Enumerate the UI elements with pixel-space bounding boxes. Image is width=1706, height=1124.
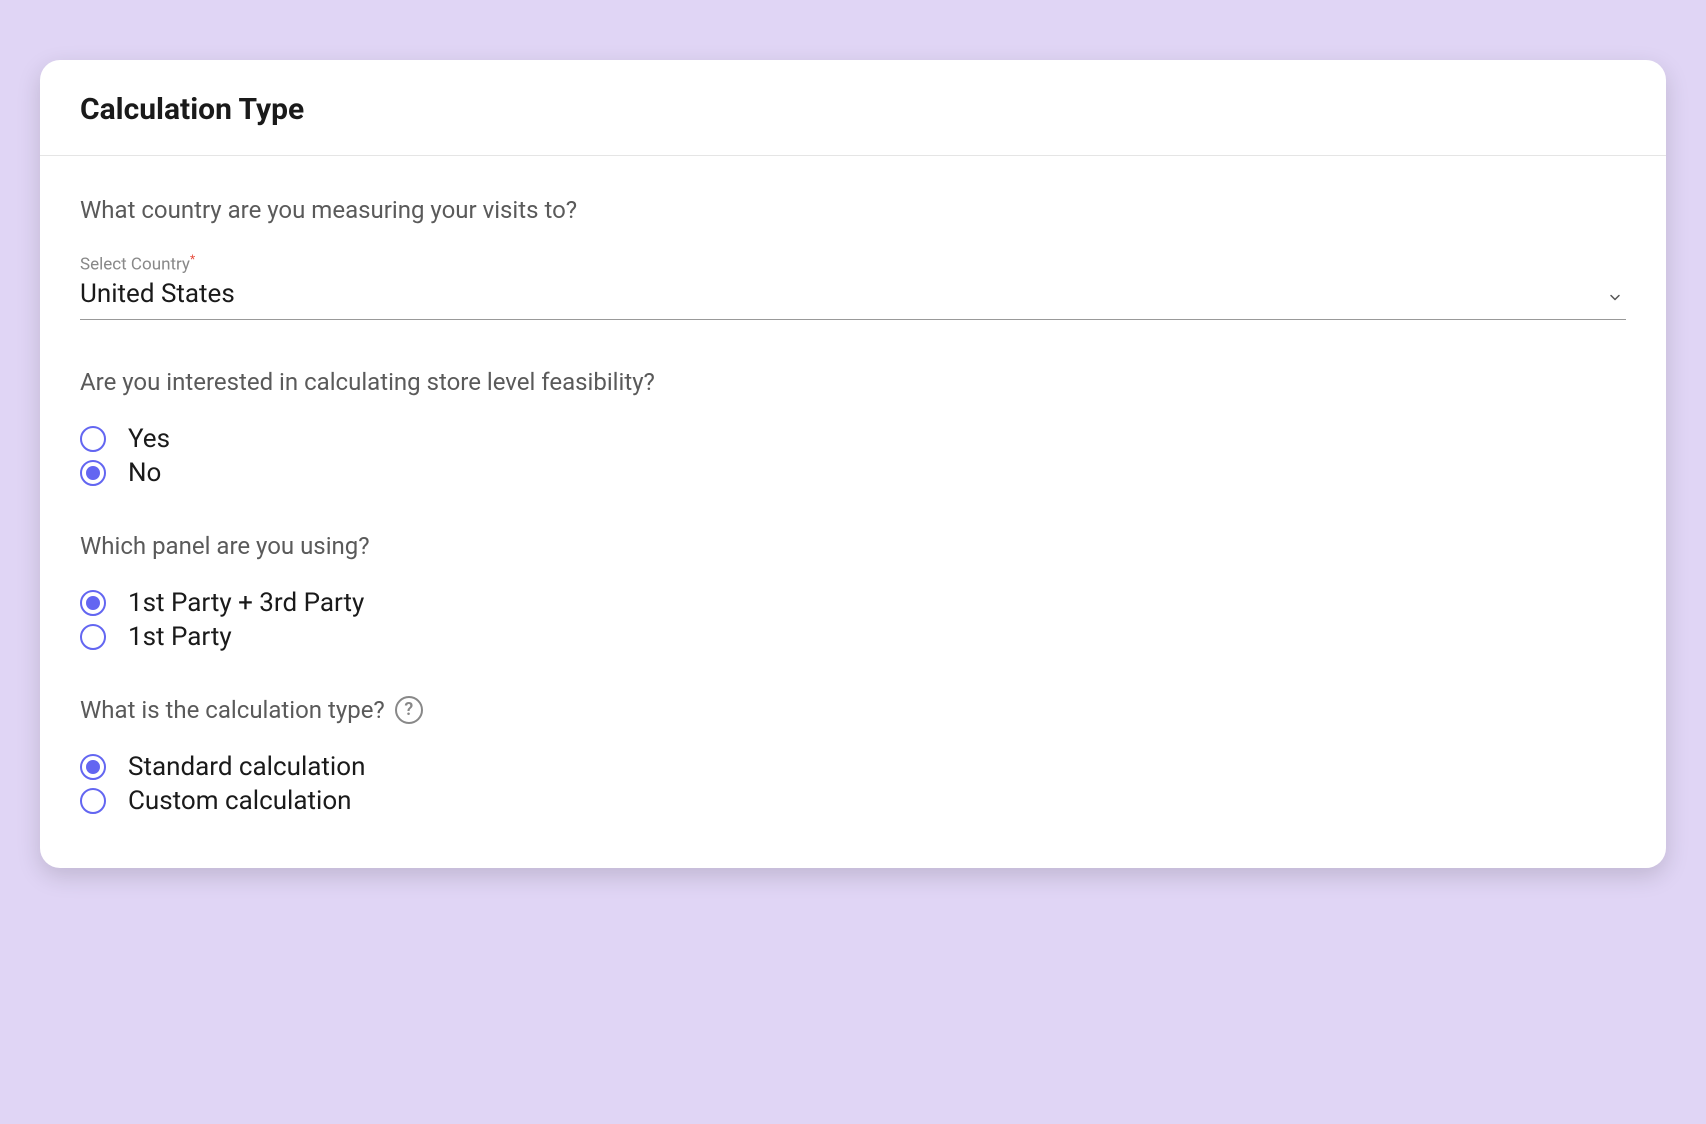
country-select[interactable]: United States xyxy=(80,279,1626,320)
help-icon[interactable]: ? xyxy=(395,696,423,724)
feasibility-radio-no[interactable]: No xyxy=(80,458,1626,488)
radio-label: No xyxy=(128,458,161,488)
radio-label: Custom calculation xyxy=(128,786,352,816)
panel-radio-group: 1st Party + 3rd Party 1st Party xyxy=(80,588,1626,652)
card-title: Calculation Type xyxy=(80,92,1626,127)
country-select-value: United States xyxy=(80,279,1626,309)
feasibility-question: Are you interested in calculating store … xyxy=(80,368,1626,396)
required-asterisk: * xyxy=(190,252,195,266)
calc-type-radio-group: Standard calculation Custom calculation xyxy=(80,752,1626,816)
radio-label: Yes xyxy=(128,424,170,454)
radio-icon xyxy=(80,624,106,650)
calc-type-question-row: What is the calculation type? ? xyxy=(80,696,1626,724)
radio-icon xyxy=(80,788,106,814)
radio-label: Standard calculation xyxy=(128,752,365,782)
radio-icon xyxy=(80,460,106,486)
calc-type-radio-standard[interactable]: Standard calculation xyxy=(80,752,1626,782)
calculation-type-card: Calculation Type What country are you me… xyxy=(40,60,1666,868)
radio-icon xyxy=(80,426,106,452)
feasibility-radio-yes[interactable]: Yes xyxy=(80,424,1626,454)
radio-icon xyxy=(80,754,106,780)
calc-type-question: What is the calculation type? xyxy=(80,696,385,724)
panel-question: Which panel are you using? xyxy=(80,532,1626,560)
feasibility-radio-group: Yes No xyxy=(80,424,1626,488)
country-question: What country are you measuring your visi… xyxy=(80,196,1626,224)
radio-label: 1st Party + 3rd Party xyxy=(128,588,364,618)
panel-radio-first[interactable]: 1st Party xyxy=(80,622,1626,652)
calc-type-radio-custom[interactable]: Custom calculation xyxy=(80,786,1626,816)
country-field-label: Select Country* xyxy=(80,252,1626,275)
radio-icon xyxy=(80,590,106,616)
radio-label: 1st Party xyxy=(128,622,232,652)
card-body: What country are you measuring your visi… xyxy=(40,156,1666,868)
chevron-down-icon xyxy=(1608,289,1622,308)
panel-radio-both[interactable]: 1st Party + 3rd Party xyxy=(80,588,1626,618)
card-header: Calculation Type xyxy=(40,60,1666,156)
